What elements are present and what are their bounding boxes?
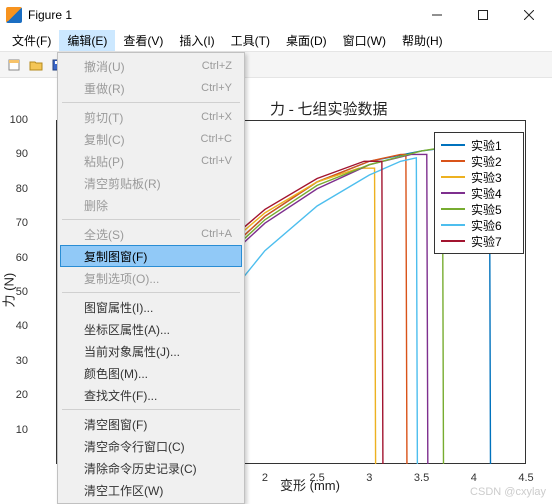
legend-swatch	[441, 192, 465, 194]
y-tick: 30	[4, 355, 28, 367]
app-icon	[6, 7, 22, 23]
legend-label: 实验3	[471, 169, 502, 186]
y-tick: 90	[4, 148, 28, 160]
menu-separator	[62, 102, 240, 103]
legend-item[interactable]: 实验7	[441, 233, 517, 249]
menuitem-全选(S): 全选(S)Ctrl+A	[60, 223, 242, 245]
open-icon[interactable]	[26, 55, 46, 75]
legend-label: 实验2	[471, 153, 502, 170]
menuitem-复制图窗(F)[interactable]: 复制图窗(F)	[60, 245, 242, 267]
menu-编辑(E)[interactable]: 编辑(E)	[59, 30, 115, 51]
menu-文件(F)[interactable]: 文件(F)	[4, 30, 59, 51]
y-tick: 10	[4, 424, 28, 436]
menuitem-当前对象属性(J)...[interactable]: 当前对象属性(J)...	[60, 340, 242, 362]
y-tick: 80	[4, 183, 28, 195]
x-tick: 2	[262, 472, 268, 484]
menuitem-剪切(T): 剪切(T)Ctrl+X	[60, 106, 242, 128]
menu-窗口(W)[interactable]: 窗口(W)	[335, 30, 394, 51]
menuitem-粘贴(P): 粘贴(P)Ctrl+V	[60, 150, 242, 172]
y-tick: 70	[4, 217, 28, 229]
legend-swatch	[441, 176, 465, 178]
chart-title: 力 - 七组实验数据	[270, 98, 388, 119]
x-tick: 4	[471, 472, 477, 484]
menuitem-查找文件(F)...[interactable]: 查找文件(F)...	[60, 384, 242, 406]
menuitem-撤消(U): 撤消(U)Ctrl+Z	[60, 55, 242, 77]
legend-item[interactable]: 实验4	[441, 185, 517, 201]
watermark: CSDN @cxylay	[470, 486, 546, 498]
menu-插入(I)[interactable]: 插入(I)	[171, 30, 222, 51]
y-tick: 60	[4, 252, 28, 264]
legend-item[interactable]: 实验2	[441, 153, 517, 169]
menuitem-清空剪贴板(R): 清空剪贴板(R)	[60, 172, 242, 194]
menuitem-清空工作区(W)[interactable]: 清空工作区(W)	[60, 479, 242, 501]
legend-swatch	[441, 144, 465, 146]
legend-item[interactable]: 实验5	[441, 201, 517, 217]
legend-item[interactable]: 实验3	[441, 169, 517, 185]
menuitem-清除命令历史记录(C)[interactable]: 清除命令历史记录(C)	[60, 457, 242, 479]
menuitem-坐标区属性(A)...[interactable]: 坐标区属性(A)...	[60, 318, 242, 340]
legend-item[interactable]: 实验6	[441, 217, 517, 233]
y-tick: 100	[4, 114, 28, 126]
legend-swatch	[441, 208, 465, 210]
window-controls	[414, 0, 552, 30]
menuitem-复制选项(O)...: 复制选项(O)...	[60, 267, 242, 289]
menuitem-图窗属性(I)...[interactable]: 图窗属性(I)...	[60, 296, 242, 318]
new-figure-icon[interactable]	[4, 55, 24, 75]
y-tick: 40	[4, 320, 28, 332]
legend-label: 实验4	[471, 185, 502, 202]
legend-label: 实验5	[471, 201, 502, 218]
legend-swatch	[441, 224, 465, 226]
legend-label: 实验6	[471, 217, 502, 234]
window-titlebar: Figure 1	[0, 0, 552, 30]
menu-帮助(H)[interactable]: 帮助(H)	[394, 30, 451, 51]
window-title: Figure 1	[28, 8, 72, 22]
menubar: 文件(F)编辑(E)查看(V)插入(I)工具(T)桌面(D)窗口(W)帮助(H)	[0, 30, 552, 52]
menuitem-清空图窗(F)[interactable]: 清空图窗(F)	[60, 413, 242, 435]
legend-item[interactable]: 实验1	[441, 137, 517, 153]
legend-label: 实验7	[471, 233, 502, 250]
menu-工具(T)[interactable]: 工具(T)	[223, 30, 278, 51]
legend-swatch	[441, 240, 465, 242]
edit-menu-dropdown: 撤消(U)Ctrl+Z重做(R)Ctrl+Y 剪切(T)Ctrl+X复制(C)Ct…	[57, 52, 245, 504]
x-tick: 4.5	[518, 472, 533, 484]
menuitem-颜色图(M)...[interactable]: 颜色图(M)...	[60, 362, 242, 384]
menu-separator	[62, 219, 240, 220]
x-tick: 3	[366, 472, 372, 484]
menu-separator	[62, 409, 240, 410]
y-tick: 20	[4, 389, 28, 401]
x-tick: 2.5	[309, 472, 324, 484]
x-tick: 3.5	[414, 472, 429, 484]
menuitem-清空命令行窗口(C)[interactable]: 清空命令行窗口(C)	[60, 435, 242, 457]
menu-查看(V)[interactable]: 查看(V)	[115, 30, 171, 51]
menuitem-复制(C): 复制(C)Ctrl+C	[60, 128, 242, 150]
legend-swatch	[441, 160, 465, 162]
legend[interactable]: 实验1实验2实验3实验4实验5实验6实验7	[434, 132, 524, 254]
close-button[interactable]	[506, 0, 552, 30]
menu-separator	[62, 292, 240, 293]
menuitem-重做(R): 重做(R)Ctrl+Y	[60, 77, 242, 99]
y-tick: 50	[4, 286, 28, 298]
minimize-button[interactable]	[414, 0, 460, 30]
menuitem-删除: 删除	[60, 194, 242, 216]
menu-桌面(D)[interactable]: 桌面(D)	[278, 30, 335, 51]
maximize-button[interactable]	[460, 0, 506, 30]
legend-label: 实验1	[471, 137, 502, 154]
